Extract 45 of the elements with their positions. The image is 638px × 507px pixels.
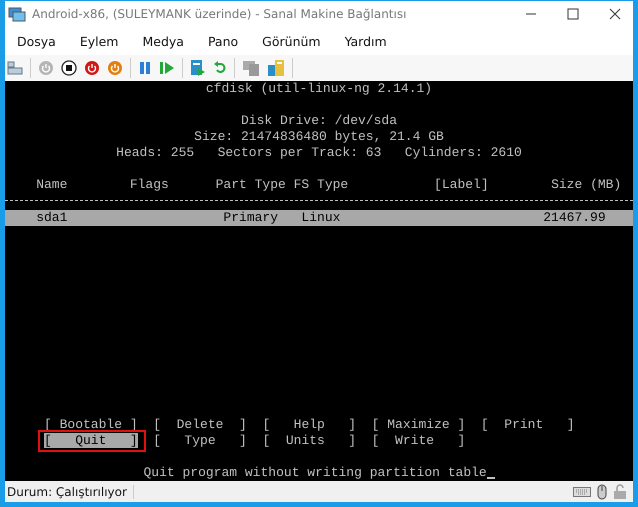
power-icon[interactable]	[84, 60, 100, 76]
mouse-icon	[597, 484, 607, 500]
command-button[interactable]: [ Write ]	[372, 433, 466, 448]
layout-icon[interactable]	[7, 61, 23, 75]
close-button[interactable]	[609, 8, 621, 20]
maximize-button[interactable]	[567, 8, 579, 20]
table-cell-text: 21467.99	[542, 210, 606, 226]
command-button[interactable]: [ Units ]	[262, 433, 356, 448]
menu-item[interactable]: Dosya	[17, 34, 56, 48]
menu-item[interactable]: Pano	[208, 34, 238, 48]
command-button[interactable]: [ Maximize ]	[372, 417, 466, 432]
pause-icon[interactable]	[138, 61, 152, 75]
status-text: Durum: Çalıştırılıyor	[5, 484, 134, 498]
menu-item[interactable]: Eylem	[80, 34, 118, 48]
column-header: Name	[36, 176, 68, 193]
play-icon[interactable]	[159, 61, 175, 75]
stop-icon[interactable]	[61, 60, 77, 76]
menu-item[interactable]: Yardım	[344, 34, 387, 48]
command-button[interactable]: [ Print ]	[480, 417, 574, 432]
disk-info: Heads: 255 Sectors per Track: 63 Cylinders: 2610	[116, 144, 522, 161]
column-header: [Label]	[434, 176, 490, 193]
app-icon	[8, 6, 26, 22]
command-button[interactable]: [ Delete ]	[153, 417, 247, 432]
disk-info: Disk Drive: /dev/sda	[240, 112, 398, 129]
column-header: Size (MB)	[551, 176, 622, 193]
command-button[interactable]: [ Quit ]	[44, 433, 138, 448]
menu-item[interactable]: Medya	[142, 34, 184, 48]
help-message: Quit program without writing partition table	[143, 465, 487, 482]
table-cell-text: Primary	[223, 210, 280, 226]
window-title: Android-x86, (SULEYMANK üzerinde) - Sanal Makine Bağlantısı	[32, 7, 408, 21]
command-button[interactable]: [ Help ]	[262, 417, 356, 432]
menu-item[interactable]: Görünüm	[262, 34, 321, 48]
table-cell-text: Linux	[301, 210, 342, 226]
disk-info: Size: 21474836480 bytes, 21.4 GB	[194, 128, 444, 145]
undo-icon[interactable]	[213, 60, 227, 76]
program-title: cfdisk (util-linux-ng 2.14.1)	[206, 81, 432, 97]
table-cell-text: sda1	[36, 210, 68, 226]
column-header: Flags	[130, 176, 170, 193]
keyboard-icon	[573, 486, 591, 496]
column-header: Part Type	[216, 176, 287, 193]
power-icon[interactable]	[107, 60, 123, 76]
command-button[interactable]: [ Type ]	[153, 433, 247, 448]
partition-row[interactable]: sda1 Primary Linux 21467.99	[5, 210, 633, 226]
lock-icon	[613, 484, 627, 500]
column-header: FS Type	[294, 176, 350, 193]
